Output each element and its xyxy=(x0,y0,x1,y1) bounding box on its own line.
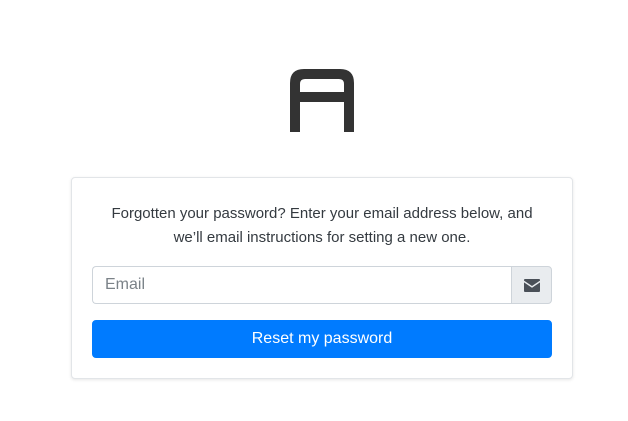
email-input[interactable] xyxy=(92,266,511,304)
logo-a-icon xyxy=(290,69,354,132)
password-reset-page: Forgotten your password? Enter your emai… xyxy=(0,0,628,421)
app-logo-icon xyxy=(290,69,354,132)
reset-password-button[interactable]: Reset my password xyxy=(92,320,552,358)
instructions-text: Forgotten your password? Enter your emai… xyxy=(111,205,533,246)
email-input-group xyxy=(92,266,552,304)
email-addon xyxy=(511,266,552,304)
envelope-icon xyxy=(523,278,540,292)
reset-card: Forgotten your password? Enter your emai… xyxy=(71,177,573,379)
